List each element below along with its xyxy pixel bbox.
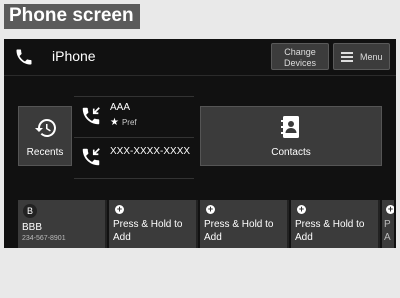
- plus-icon: +: [206, 204, 215, 214]
- favorite-add-slot[interactable]: + Press & Hold to Add: [109, 200, 198, 248]
- add-slot-label: P A: [384, 219, 391, 243]
- header-divider: [4, 75, 396, 76]
- add-slot-label: Press & Hold to Add: [204, 219, 274, 243]
- favorite-add-slot[interactable]: + Press & Hold to Add: [200, 200, 289, 248]
- incoming-call-icon: [82, 107, 100, 125]
- phone-icon: [16, 49, 32, 65]
- star-icon: ★: [110, 117, 119, 128]
- header-bar: iPhone Change Devices Menu: [4, 39, 396, 75]
- menu-label: Menu: [360, 52, 383, 62]
- change-devices-label: Change Devices: [283, 47, 316, 68]
- history-icon: [35, 119, 56, 137]
- pref-tag: ★ Pref: [110, 117, 137, 128]
- contact-name: AAA: [110, 102, 131, 113]
- plus-icon: +: [297, 204, 306, 214]
- change-devices-button[interactable]: Change Devices: [271, 43, 329, 70]
- phone-screen: iPhone Change Devices Menu Recents AAA ★…: [4, 39, 396, 248]
- recent-call-item[interactable]: AAA ★ Pref: [74, 97, 194, 137]
- menu-icon: [341, 52, 353, 62]
- phone-number: XXX-XXXX-XXXX: [110, 146, 191, 157]
- contacts-button[interactable]: Contacts: [200, 106, 382, 166]
- plus-icon: +: [386, 204, 394, 214]
- plus-icon: +: [115, 204, 124, 214]
- recent-call-item[interactable]: XXX-XXXX-XXXX: [74, 138, 194, 178]
- address-book-icon: [281, 116, 299, 138]
- recent-calls-list: AAA ★ Pref XXX-XXXX-XXXX: [74, 96, 194, 179]
- favorites-bar: B BBB 234-567-8901 + Press & Hold to Add…: [4, 200, 396, 248]
- page-label: Phone screen: [4, 4, 140, 29]
- menu-button[interactable]: Menu: [333, 43, 390, 70]
- contacts-label: Contacts: [271, 147, 311, 158]
- incoming-call-icon: [82, 148, 100, 166]
- favorite-contact[interactable]: B BBB 234-567-8901: [18, 200, 107, 248]
- add-slot-label: Press & Hold to Add: [295, 219, 365, 243]
- pref-label: Pref: [121, 118, 137, 127]
- device-title: iPhone: [52, 48, 96, 64]
- add-slot-label: Press & Hold to Add: [113, 219, 183, 243]
- favorite-add-slot[interactable]: + P A: [382, 200, 394, 248]
- favorite-name: BBB: [22, 222, 43, 233]
- favorite-number: 234-567-8901: [22, 235, 66, 242]
- favorite-add-slot[interactable]: + Press & Hold to Add: [291, 200, 380, 248]
- contact-avatar: B: [23, 204, 37, 218]
- list-divider: [74, 178, 194, 179]
- recents-button[interactable]: Recents: [18, 106, 72, 166]
- recents-label: Recents: [26, 147, 64, 158]
